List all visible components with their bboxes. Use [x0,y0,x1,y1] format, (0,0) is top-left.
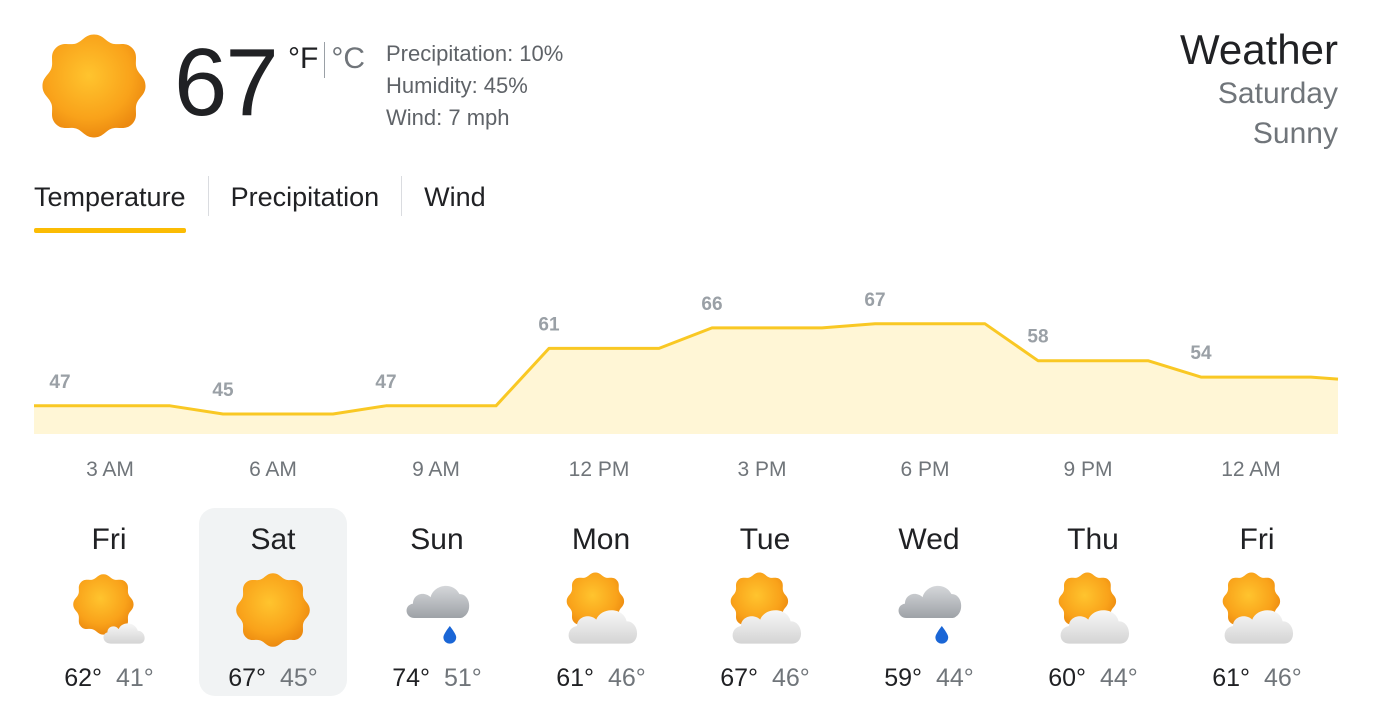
day-temperatures: 61° 46° [527,664,675,693]
condition-text: Sunny [1252,117,1338,150]
temperature-data-label: 47 [375,372,396,393]
high-temp: 74° [392,664,430,692]
day-name: Fri [91,523,127,556]
current-details: Precipitation: 10% Humidity: 45% Wind: 7… [386,38,563,134]
forecast-day-sat[interactable]: Sat 67° 45° [199,508,347,696]
day-temperatures: 67° 45° [199,664,347,693]
wind-text: Wind: 7 mph [386,105,510,130]
day-name: Sat [250,523,296,556]
partly-cloudy-icon [69,570,149,650]
temperature-data-label: 61 [538,314,560,335]
weather-header: Weather Saturday Sunny [1180,26,1338,154]
tab-divider [207,176,209,216]
humidity-text: Humidity: 45% [386,73,528,98]
tab-temperature[interactable]: Temperature [34,176,186,233]
unit-divider [324,42,326,79]
high-temp: 67° [228,664,266,692]
temperature-data-label: 67 [864,290,885,311]
mostly-cloudy-icon [561,570,641,650]
rain-cloud-icon [397,570,477,650]
low-temp: 46° [608,664,646,692]
rain-cloud-icon [889,570,969,650]
day-name: Mon [571,523,631,556]
day-temperatures: 59° 44° [855,664,1003,693]
temperature-data-label: 58 [1027,327,1048,348]
day-name: Tue [739,523,791,556]
forecast-day-sun[interactable]: Sun 74° 51° [363,508,511,696]
high-temp: 62° [64,664,102,692]
forecast-day-fri[interactable]: Fri 62° 41° [35,508,183,696]
temperature-area [34,323,1338,434]
fahrenheit-button[interactable]: °F [288,42,318,75]
hour-tick-label: 9 PM [1063,458,1113,481]
high-temp: 59° [884,664,922,692]
sun-icon [38,30,150,142]
low-temp: 51° [444,664,482,692]
hour-tick-label: 12 AM [1221,458,1281,481]
day-name: Thu [1067,523,1119,556]
mostly-cloudy-icon [1053,570,1133,650]
selected-day: Saturday [1217,77,1338,110]
forecast-day-mon[interactable]: Mon 61° 46° [527,508,675,696]
temperature-chart: 47 45 47 61 66 67 58 54 [34,290,1339,434]
hour-tick-label: 6 AM [249,458,297,481]
sun-icon [233,570,313,650]
low-temp: 44° [936,664,974,692]
high-temp: 61° [1212,664,1250,692]
hour-tick-label: 12 PM [568,458,630,481]
low-temp: 46° [1264,664,1302,692]
hour-tick-label: 3 AM [86,458,134,481]
high-temp: 60° [1048,664,1086,692]
forecast-day-fri[interactable]: Fri 61° 46° [1183,508,1331,696]
day-temperatures: 62° 41° [35,664,183,693]
day-temperatures: 74° 51° [363,664,511,693]
unit-toggle: °F °C [288,42,365,79]
day-temperatures: 60° 44° [1019,664,1167,693]
low-temp: 44° [1100,664,1138,692]
forecast-day-wed[interactable]: Wed 59° 44° [855,508,1003,696]
temperature-data-label: 47 [49,372,70,393]
high-temp: 61° [556,664,594,692]
current-temperature: 67 [174,29,279,136]
forecast-day-thu[interactable]: Thu 60° 44° [1019,508,1167,696]
mostly-cloudy-icon [725,570,805,650]
hour-tick-label: 9 AM [412,458,460,481]
day-temperatures: 61° 46° [1183,664,1331,693]
hour-tick-label: 3 PM [737,458,787,481]
mostly-cloudy-icon [1217,570,1297,650]
forecast-day-tue[interactable]: Tue 67° 46° [691,508,839,696]
celsius-button[interactable]: °C [331,42,365,75]
page-title: Weather [1180,26,1338,73]
high-temp: 67° [720,664,758,692]
low-temp: 45° [280,664,318,692]
precipitation-text: Precipitation: 10% [386,41,564,66]
day-temperatures: 67° 46° [691,664,839,693]
tab-wind[interactable]: Wind [424,176,486,218]
temperature-data-label: 45 [212,380,234,401]
tab-divider [401,176,403,216]
hour-tick-label: 6 PM [900,458,950,481]
day-name: Wed [898,523,960,556]
low-temp: 41° [116,664,154,692]
day-name: Fri [1239,523,1275,556]
temperature-data-label: 66 [701,294,722,315]
tab-precipitation[interactable]: Precipitation [231,176,380,218]
temperature-data-label: 54 [1190,343,1212,364]
chart-tabs: Temperature Precipitation Wind [34,176,486,236]
low-temp: 46° [772,664,810,692]
day-name: Sun [410,523,464,556]
